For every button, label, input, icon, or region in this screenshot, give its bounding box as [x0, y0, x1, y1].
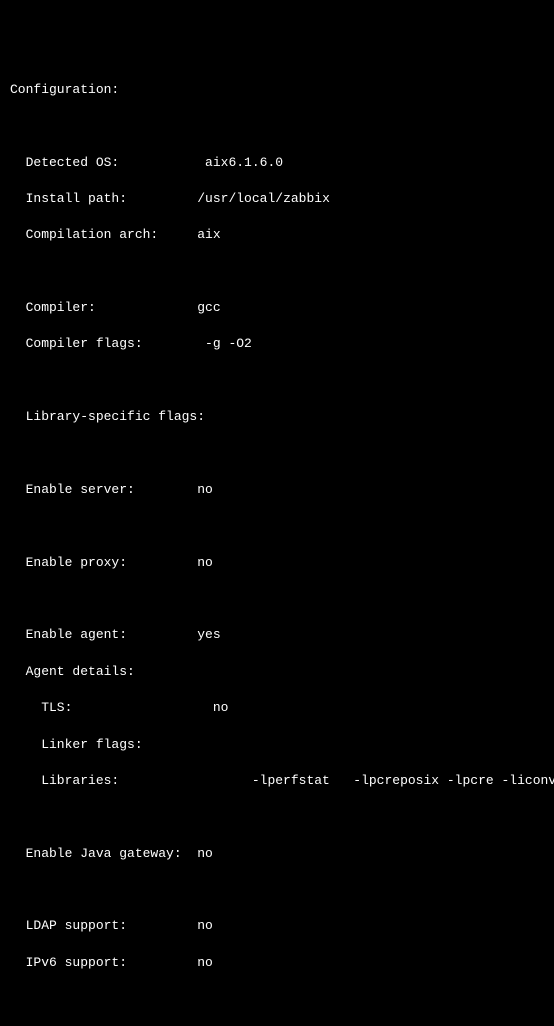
blank: [10, 517, 544, 535]
label: Libraries:: [10, 773, 119, 788]
value: -lperfstat -lpcreposix -lpcre -liconv: [189, 773, 554, 788]
blank: [10, 881, 544, 899]
blank: [10, 263, 544, 281]
label: Compiler flags:: [10, 336, 143, 351]
blank: [10, 117, 544, 135]
value: no: [197, 918, 213, 933]
row-compilation-arch: Compilation arch: aix: [10, 226, 544, 244]
value: no: [189, 700, 228, 715]
blank: [10, 372, 544, 390]
label: Linker flags:: [10, 737, 143, 752]
label: Enable agent:: [10, 627, 127, 642]
label: Enable proxy:: [10, 555, 127, 570]
value: gcc: [197, 300, 220, 315]
value: /usr/local/zabbix: [197, 191, 330, 206]
row-install-path: Install path: /usr/local/zabbix: [10, 190, 544, 208]
value: no: [197, 555, 213, 570]
agent-details-header: Agent details:: [10, 663, 544, 681]
label: TLS:: [10, 700, 72, 715]
value: no: [197, 846, 213, 861]
row-agent-tls: TLS: no: [10, 699, 544, 717]
row-ldap: LDAP support: no: [10, 917, 544, 935]
blank: [10, 990, 544, 1008]
row-detected-os: Detected OS: aix6.1.6.0: [10, 154, 544, 172]
row-enable-server: Enable server: no: [10, 481, 544, 499]
label: Enable server:: [10, 482, 135, 497]
value: yes: [197, 627, 220, 642]
blank: [10, 445, 544, 463]
blank: [10, 808, 544, 826]
row-ipv6: IPv6 support: no: [10, 954, 544, 972]
value: aix6.1.6.0: [205, 155, 283, 170]
label: Compiler:: [10, 300, 96, 315]
value: aix: [197, 227, 220, 242]
label: LDAP support:: [10, 918, 127, 933]
label: IPv6 support:: [10, 955, 127, 970]
row-agent-linker: Linker flags:: [10, 736, 544, 754]
row-compiler-flags: Compiler flags: -g -O2: [10, 335, 544, 353]
row-compiler: Compiler: gcc: [10, 299, 544, 317]
row-enable-proxy: Enable proxy: no: [10, 554, 544, 572]
value: no: [197, 955, 213, 970]
blank: [10, 590, 544, 608]
row-enable-agent: Enable agent: yes: [10, 626, 544, 644]
value: no: [197, 482, 213, 497]
value: -g -O2: [197, 336, 252, 351]
label: Detected OS:: [10, 155, 119, 170]
config-header: Configuration:: [10, 81, 544, 99]
row-agent-libraries: Libraries: -lperfstat -lpcreposix -lpcre…: [10, 772, 544, 790]
label: Enable Java gateway:: [10, 846, 182, 861]
label: Install path:: [10, 191, 127, 206]
library-specific-flags: Library-specific flags:: [10, 408, 544, 426]
row-enable-java: Enable Java gateway: no: [10, 845, 544, 863]
label: Compilation arch:: [10, 227, 158, 242]
